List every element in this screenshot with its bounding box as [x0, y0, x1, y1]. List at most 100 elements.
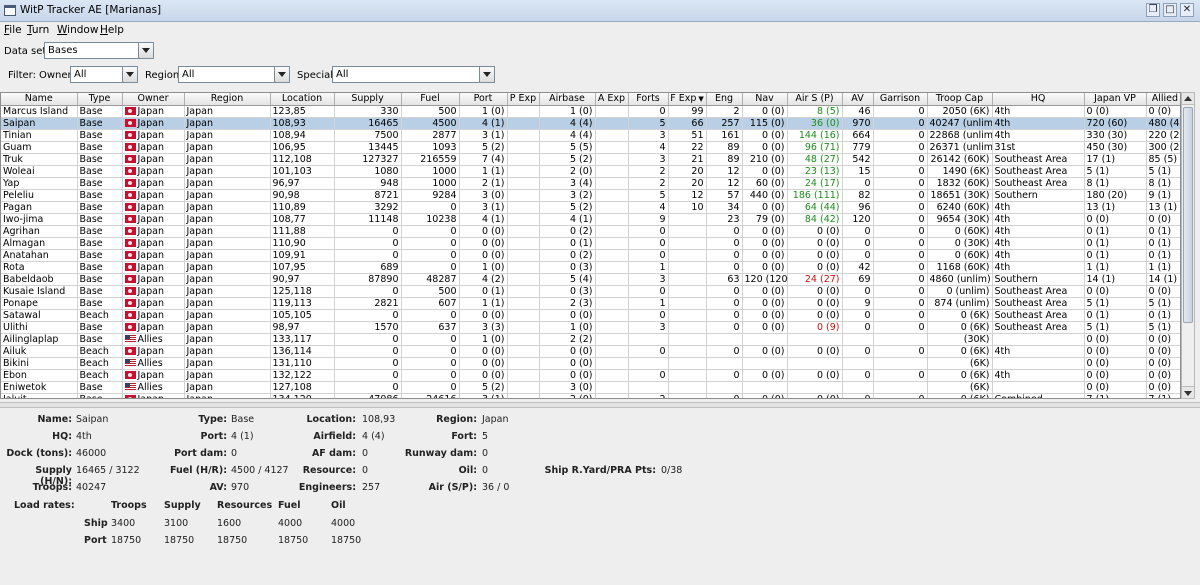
- cell-text: Allies: [137, 381, 163, 393]
- table-row[interactable]: Yap Base Japan Japan 96,97 948 1000 2 (1) 3 (4) 2…: [1, 177, 1180, 190]
- column-header-p-exp[interactable]: P Exp: [507, 93, 540, 106]
- region-select[interactable]: All: [178, 66, 290, 83]
- table-row[interactable]: Truk Base Japan Japan 112,108 127327 216559 7 (…: [1, 153, 1180, 166]
- table-cell: 4th: [992, 129, 1085, 142]
- bases-table[interactable]: Name Type Owner Region Location Supply Fuel Por…: [0, 92, 1181, 399]
- table-cell: 5: [628, 117, 669, 130]
- menu-window[interactable]: Window: [57, 24, 98, 36]
- cell-text: 2: [733, 105, 740, 117]
- scroll-thumb[interactable]: [1183, 107, 1193, 323]
- table-cell: 0 (1): [1084, 249, 1147, 262]
- table-row[interactable]: Tinian Base Japan Japan 108,94 7500 2877 3 (1) 4…: [1, 129, 1180, 142]
- table-row[interactable]: Ponape Base Japan Japan 119,113 2821 607 1 (1) 2…: [1, 297, 1180, 310]
- cell-text: 0: [918, 141, 925, 153]
- table-cell: Japan: [122, 201, 185, 214]
- table-row[interactable]: Agrihan Base Japan Japan 111,88 0 0 0 (0) 0 (2) 0…: [1, 225, 1180, 238]
- cell-text: 0 (1): [1086, 237, 1110, 249]
- column-header-port[interactable]: Port: [459, 93, 508, 106]
- menu-file[interactable]: File: [4, 24, 22, 36]
- column-header-hq[interactable]: HQ: [992, 93, 1085, 106]
- restore-icon[interactable]: ❐: [1146, 3, 1160, 17]
- column-header-japan-vp[interactable]: Japan VP: [1084, 93, 1147, 106]
- table-cell: 689: [334, 261, 402, 274]
- table-row[interactable]: Eniwetok Base Allies Japan 127,108 0 0 5 (2) 3 (…: [1, 381, 1180, 394]
- table-row[interactable]: Peleliu Base Japan Japan 90,98 8721 9284 3 (0) 3…: [1, 189, 1180, 202]
- column-header-airbase[interactable]: Airbase: [539, 93, 596, 106]
- column-header-region[interactable]: Region: [184, 93, 271, 106]
- scroll-up-icon[interactable]: [1182, 93, 1194, 105]
- column-header-garrison[interactable]: Garrison: [873, 93, 928, 106]
- table-row[interactable]: Satawal Beach Japan Japan 105,105 0 0 0 (0) 0 (0…: [1, 309, 1180, 322]
- table-row[interactable]: Saipan Base Japan Japan 108,93 16465 4500 4 (1)…: [1, 117, 1180, 130]
- cell-text: 4th: [994, 213, 1011, 225]
- scroll-down-icon[interactable]: [1182, 386, 1194, 398]
- cell-text: 0: [659, 285, 666, 297]
- column-header-allied-vp[interactable]: Allied VP: [1146, 93, 1180, 106]
- cell-text: 4th: [994, 261, 1011, 273]
- cell-text: 4 (1): [481, 117, 505, 129]
- table-row[interactable]: Woleai Base Japan Japan 101,103 1080 1000 1 (1)…: [1, 165, 1180, 178]
- column-header-nav[interactable]: Nav: [742, 93, 788, 106]
- table-row[interactable]: Guam Base Japan Japan 106,95 13445 1093 5 (2) 5 …: [1, 141, 1180, 154]
- column-header-troop-cap[interactable]: Troop Cap: [927, 93, 993, 106]
- column-header-name[interactable]: Name: [1, 93, 78, 106]
- special-select[interactable]: All: [332, 66, 495, 83]
- menu-turn[interactable]: Turn: [27, 24, 49, 36]
- cell-text: 0 (0): [761, 369, 785, 381]
- load-col-oil: Oil: [331, 500, 346, 511]
- maximize-icon[interactable]: □: [1163, 3, 1177, 17]
- table-cell: 300 (20): [1146, 141, 1180, 154]
- column-header-fuel[interactable]: Fuel: [401, 93, 460, 106]
- table-cell: 3292: [334, 201, 402, 214]
- column-header-location[interactable]: Location: [270, 93, 335, 106]
- cell-text: Southeast Area: [994, 285, 1068, 297]
- chevron-down-icon[interactable]: [138, 43, 153, 58]
- cell-text: 36 (0): [810, 117, 840, 129]
- cell-text: 2 (0): [569, 393, 593, 399]
- table-cell: [507, 141, 540, 154]
- chevron-down-icon[interactable]: [122, 67, 137, 82]
- table-row[interactable]: Anatahan Base Japan Japan 109,91 0 0 0 (0) 0 (2)…: [1, 249, 1180, 262]
- column-header-eng[interactable]: Eng: [706, 93, 743, 106]
- menu-help[interactable]: Help: [100, 24, 124, 36]
- column-header-supply[interactable]: Supply: [334, 93, 402, 106]
- table-row[interactable]: Ebon Beach Japan Japan 132,122 0 0 0 (0) 0 (0) 0 0…: [1, 369, 1180, 382]
- table-cell: 0 (0): [1146, 369, 1180, 382]
- cell-text: 0: [918, 129, 925, 141]
- table-row[interactable]: Ulithi Base Japan Japan 98,97 1570 637 3 (3) 1 (…: [1, 321, 1180, 334]
- table-row[interactable]: Kusaie Island Base Japan Japan 125,118 0 500 0 …: [1, 285, 1180, 298]
- table-cell: Base: [77, 201, 123, 214]
- column-header-air-s-p[interactable]: Air S (P): [787, 93, 843, 106]
- chevron-down-icon[interactable]: [479, 67, 494, 82]
- table-row[interactable]: Almagan Base Japan Japan 110,90 0 0 0 (0) 0 (1) 0…: [1, 237, 1180, 250]
- table-cell: 0 (60K): [927, 249, 993, 262]
- close-icon[interactable]: ✕: [1180, 3, 1194, 17]
- table-row[interactable]: Babeldaob Base Japan Japan 90,97 87890 48287 4 …: [1, 273, 1180, 286]
- table-row[interactable]: Jaluit Base Japan Japan 134,120 47086 24616 3 (…: [1, 393, 1180, 399]
- owner-select[interactable]: All: [70, 66, 138, 83]
- pane-splitter[interactable]: [0, 402, 1200, 408]
- table-cell: Tinian: [1, 129, 78, 142]
- cell-text: 0 (0): [569, 345, 593, 357]
- table-row[interactable]: Ailinglaplap Base Allies Japan 133,117 0 0 1 (0…: [1, 333, 1180, 346]
- column-header-type[interactable]: Type: [77, 93, 123, 106]
- table-row[interactable]: Pagan Base Japan Japan 110,89 3292 0 3 (1) 5 (2)…: [1, 201, 1180, 214]
- table-cell: [595, 261, 629, 274]
- chevron-down-icon[interactable]: [274, 67, 289, 82]
- table-row[interactable]: Ailuk Beach Japan Japan 136,114 0 0 0 (0) 0 (0) 0…: [1, 345, 1180, 358]
- cell-text: 4 (4): [569, 117, 593, 129]
- column-header-owner[interactable]: Owner: [122, 93, 185, 106]
- table-row[interactable]: Marcus Island Base Japan Japan 123,85 330 500 1…: [1, 105, 1180, 118]
- column-header-forts[interactable]: Forts: [628, 93, 669, 106]
- column-header-label: Troop Cap: [935, 93, 984, 105]
- table-row[interactable]: Bikini Beach Allies Japan 131,110 0 0 0 (0) 0 (0…: [1, 357, 1180, 370]
- table-row[interactable]: Iwo-jima Base Japan Japan 108,77 11148 10238 4 …: [1, 213, 1180, 226]
- table-cell: 0 (0): [787, 369, 843, 382]
- table-scrollbar[interactable]: [1181, 92, 1195, 399]
- cell-text: Base: [79, 141, 103, 153]
- dataset-select[interactable]: Bases: [44, 42, 154, 59]
- column-header-av[interactable]: AV: [842, 93, 874, 106]
- column-header-f-exp[interactable]: F Exp ▼: [668, 93, 707, 106]
- column-header-a-exp[interactable]: A Exp: [595, 93, 629, 106]
- table-row[interactable]: Rota Base Japan Japan 107,95 689 0 1 (0) 0 (3) 1 0…: [1, 261, 1180, 274]
